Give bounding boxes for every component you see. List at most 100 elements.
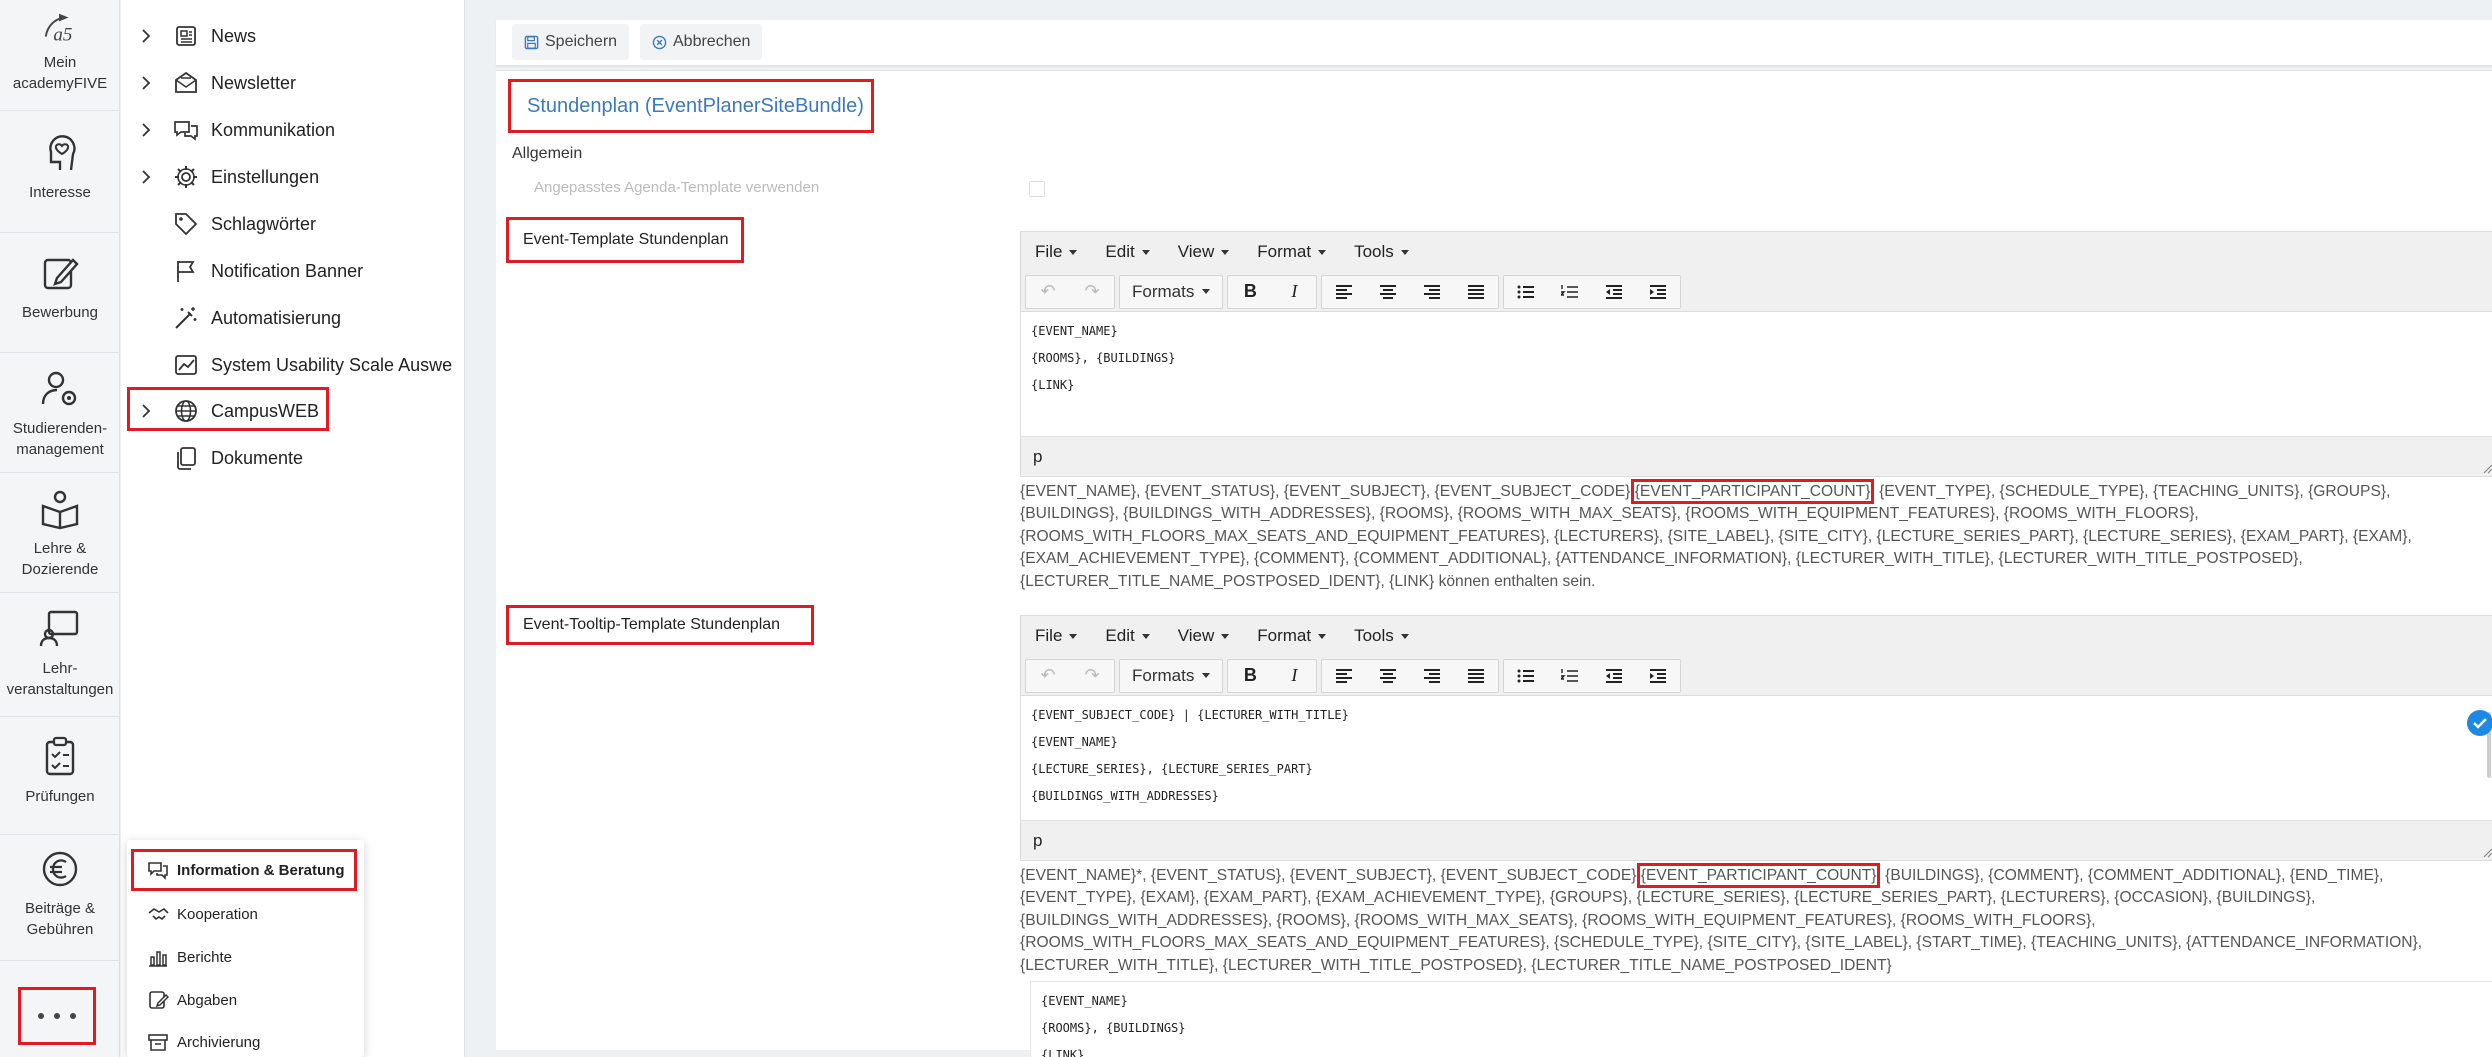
history-group: ↶ ↷: [1025, 658, 1115, 693]
popup-item-label: Abgaben: [177, 991, 238, 1009]
italic-button[interactable]: I: [1272, 660, 1316, 692]
rail-item-studierendenmanagement[interactable]: Studierenden-management: [0, 368, 120, 460]
nav-item-notification-banner[interactable]: Notification Banner: [121, 248, 465, 294]
editor-toolbar: ↶ ↷ Formats B I: [1021, 272, 2492, 312]
menu-label: Format: [1257, 242, 1312, 261]
formats-dropdown[interactable]: Formats: [1120, 660, 1222, 692]
nav-item-einstellungen[interactable]: Einstellungen: [121, 154, 465, 200]
grammar-check-icon[interactable]: [2467, 710, 2492, 736]
chevron-right-icon[interactable]: [139, 29, 153, 43]
numbered-list-button[interactable]: [1548, 276, 1592, 308]
formats-dropdown[interactable]: Formats: [1120, 276, 1222, 308]
rail-item-lehre-dozierende[interactable]: Lehre & Dozierende: [0, 488, 120, 580]
align-center-button[interactable]: [1366, 660, 1410, 692]
save-button[interactable]: Speichern: [512, 24, 630, 60]
outdent-button[interactable]: [1592, 660, 1636, 692]
editor-line: {EVENT_SUBJECT_CODE} | {LECTURER_WITH_TI…: [1031, 708, 1349, 722]
menu-view[interactable]: View: [1178, 242, 1230, 262]
undo-button[interactable]: ↶: [1026, 276, 1070, 308]
nav-item-label: Kommunikation: [211, 119, 336, 140]
resize-grip-icon[interactable]: [2481, 846, 2492, 858]
chat-icon: [174, 121, 198, 141]
bold-button[interactable]: B: [1228, 276, 1272, 308]
redo-button[interactable]: ↷: [1070, 276, 1114, 308]
menu-format[interactable]: Format: [1257, 626, 1327, 646]
menu-edit[interactable]: Edit: [1105, 626, 1150, 646]
nav-item-schlagwoerter[interactable]: Schlagwörter: [121, 201, 465, 247]
popup-item-archivierung[interactable]: Archivierung: [127, 1022, 364, 1057]
rail-item-mein-academyfive[interactable]: a5 Mein academyFIVE: [0, 8, 120, 94]
indent-button[interactable]: [1636, 276, 1680, 308]
rail-label: Bewerbung: [22, 304, 98, 321]
align-justify-button[interactable]: [1454, 276, 1498, 308]
resize-grip-icon[interactable]: [2481, 462, 2492, 474]
menu-file[interactable]: File: [1035, 626, 1078, 646]
nav-item-news[interactable]: News: [121, 13, 465, 59]
align-left-button[interactable]: [1322, 660, 1366, 692]
editor-content[interactable]: {EVENT_NAME} {ROOMS}, {BUILDINGS} {LINK}: [1021, 312, 2492, 405]
presentation-icon: [39, 610, 79, 647]
nav-item-automatisierung[interactable]: Automatisierung: [121, 295, 465, 341]
align-center-button[interactable]: [1366, 276, 1410, 308]
rail-item-beitraege-gebuehren[interactable]: Beiträge & Gebühren: [0, 848, 120, 940]
rail-item-pruefungen[interactable]: Prüfungen: [0, 736, 120, 807]
bold-button[interactable]: B: [1228, 660, 1272, 692]
chevron-right-icon[interactable]: [139, 76, 153, 90]
chevron-right-icon[interactable]: [139, 170, 153, 184]
align-right-button[interactable]: [1410, 276, 1454, 308]
popup-item-label: Kooperation: [177, 905, 258, 923]
chart-icon: [175, 355, 197, 375]
formats-label: Formats: [1132, 281, 1195, 301]
editor-content[interactable]: {EVENT_SUBJECT_CODE} | {LECTURER_WITH_TI…: [1021, 696, 2492, 816]
caret-down-icon: [1400, 633, 1409, 639]
nav-item-newsletter[interactable]: Newsletter: [121, 60, 465, 106]
menu-tools[interactable]: Tools: [1354, 626, 1409, 646]
bullet-list-button[interactable]: [1504, 276, 1548, 308]
nav-item-dokumente[interactable]: Dokumente: [121, 435, 465, 481]
editor-content[interactable]: {EVENT_NAME} {ROOMS}, {BUILDINGS} {LINK}: [1031, 982, 2492, 1057]
bullet-list-button[interactable]: [1504, 660, 1548, 692]
chevron-right-icon[interactable]: [139, 123, 153, 137]
cancel-icon: [652, 35, 667, 49]
caret-down-icon: [1069, 633, 1078, 639]
edit-icon: [43, 258, 79, 290]
menu-view[interactable]: View: [1178, 626, 1230, 646]
help-text: {EVENT_NAME}*, {EVENT_STATUS}, {EVENT_SU…: [1020, 867, 1641, 884]
menu-tools[interactable]: Tools: [1354, 242, 1409, 262]
editor-menubar: File Edit View Format Tools: [1021, 232, 2492, 272]
history-group: ↶ ↷: [1025, 274, 1115, 309]
popup-item-berichte[interactable]: Berichte: [127, 937, 364, 977]
nav-item-label: Automatisierung: [211, 307, 342, 328]
menu-format[interactable]: Format: [1257, 242, 1327, 262]
highlight-campusweb: [127, 387, 329, 431]
rail-item-interesse[interactable]: Interesse: [0, 132, 120, 203]
popup-item-kooperation[interactable]: Kooperation: [127, 894, 364, 934]
redo-button[interactable]: ↷: [1070, 660, 1114, 692]
align-justify-button[interactable]: [1454, 660, 1498, 692]
field-label-event-template: Event-Template Stundenplan: [506, 217, 744, 263]
popup-item-abgaben[interactable]: Abgaben: [127, 980, 364, 1020]
handshake-icon: [148, 907, 169, 921]
italic-button[interactable]: I: [1272, 276, 1316, 308]
element-path: p: [1033, 830, 1043, 850]
nav-item-system-usability-scale[interactable]: System Usability Scale Auswe: [121, 342, 465, 388]
numbered-list-icon: [1561, 284, 1579, 298]
menu-file[interactable]: File: [1035, 242, 1078, 262]
undo-button[interactable]: ↶: [1026, 660, 1070, 692]
bullet-list-icon: [1517, 285, 1535, 298]
faded-option-checkbox[interactable]: [1029, 181, 1045, 197]
nav-item-kommunikation[interactable]: Kommunikation: [121, 107, 465, 153]
outdent-button[interactable]: [1592, 276, 1636, 308]
rail-item-bewerbung[interactable]: Bewerbung: [0, 252, 120, 323]
align-right-button[interactable]: [1410, 660, 1454, 692]
align-center-icon: [1380, 284, 1397, 299]
indent-button[interactable]: [1636, 660, 1680, 692]
rail-label: Interesse: [29, 184, 91, 201]
more-menu-button[interactable]: [18, 987, 96, 1045]
cancel-button[interactable]: Abbrechen: [640, 24, 763, 60]
rail-item-lehrveranstaltungen[interactable]: Lehr-veranstaltungen: [0, 608, 120, 700]
align-left-button[interactable]: [1322, 276, 1366, 308]
numbered-list-button[interactable]: [1548, 660, 1592, 692]
menu-edit[interactable]: Edit: [1105, 242, 1150, 262]
editor-line: {EVENT_NAME}: [1041, 994, 1128, 1008]
